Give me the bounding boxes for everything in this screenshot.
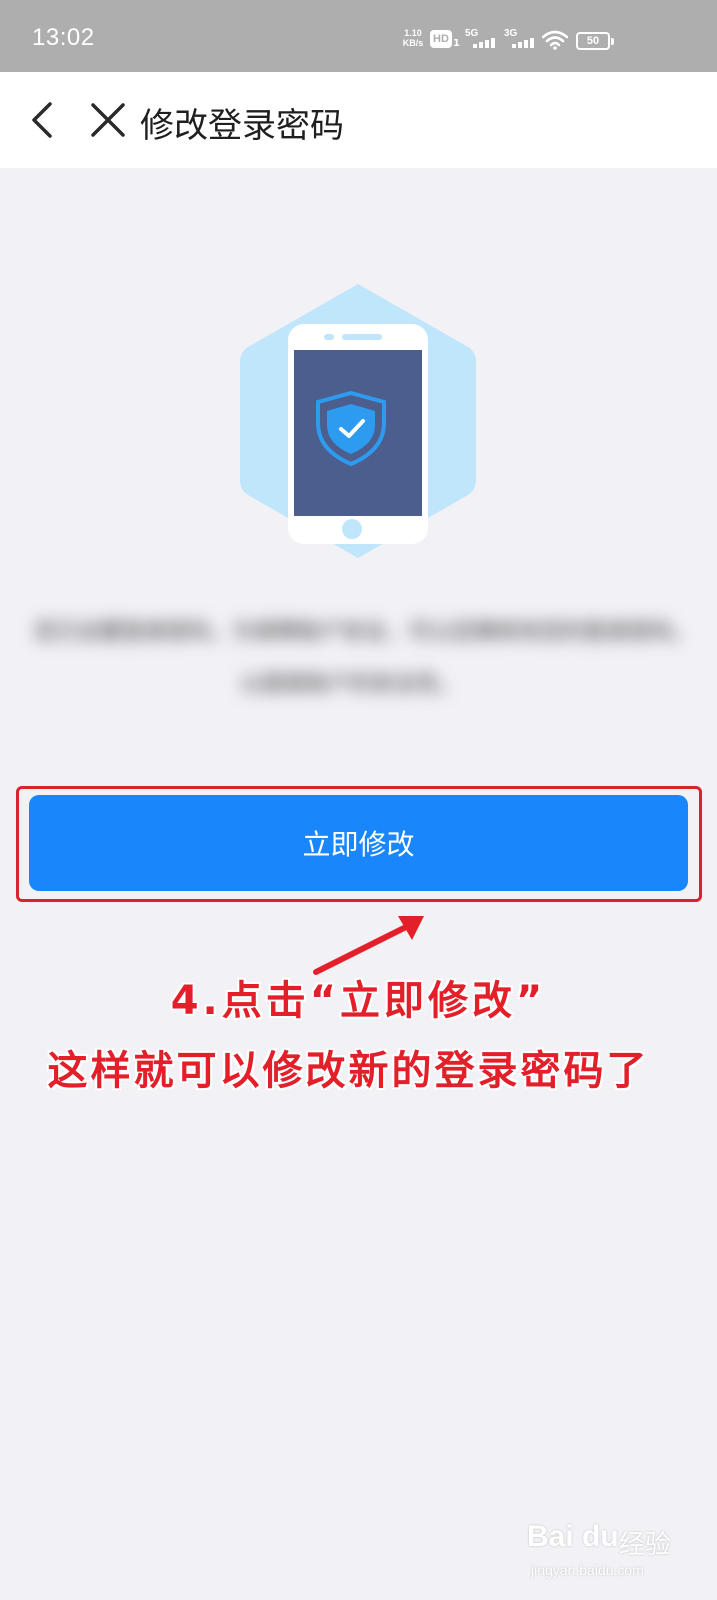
hd-sub-label: 1 [453,38,460,49]
status-bar: 13:02 1.10 KB/s HD 1 5G 3G 50 [0,0,717,72]
battery-icon: 50 [576,32,614,50]
phone-shield-check-icon [240,284,476,558]
description-line-1: 您已设置登录密码，为保障账户安全，可以定期修改您的登录密码。 [34,620,680,645]
close-icon [91,103,125,137]
watermark-text: 经验 [619,1530,672,1560]
watermark-logo: Bai du [527,1520,619,1553]
status-time: 13:02 [32,24,95,51]
signal-3g-icon: 3G [504,28,544,52]
page-title: 修改登录密码 [140,106,344,146]
signal-5g-icon: 5G [465,28,505,52]
annotation-step-text: 4.点击“立即修改” [170,978,547,1024]
chevron-left-icon [32,102,52,138]
description-line-2: 以提高账户的安全性。 [239,672,460,697]
hd-icon: HD [430,30,452,48]
annotation-description-text: 这样就可以修改新的登录密码了 [47,1048,650,1094]
close-button[interactable] [88,100,128,140]
back-button[interactable] [28,98,60,142]
modify-now-button[interactable]: 立即修改 [29,795,688,891]
network-speed: 1.10 KB/s [402,28,424,48]
nav-bar: 修改登录密码 [0,72,717,168]
wifi-icon [542,30,568,50]
watermark-url: jingyan.baidu.com [531,1562,644,1578]
baidu-jingyan-watermark: Bai du 经验 jingyan.baidu.com [527,1510,687,1586]
